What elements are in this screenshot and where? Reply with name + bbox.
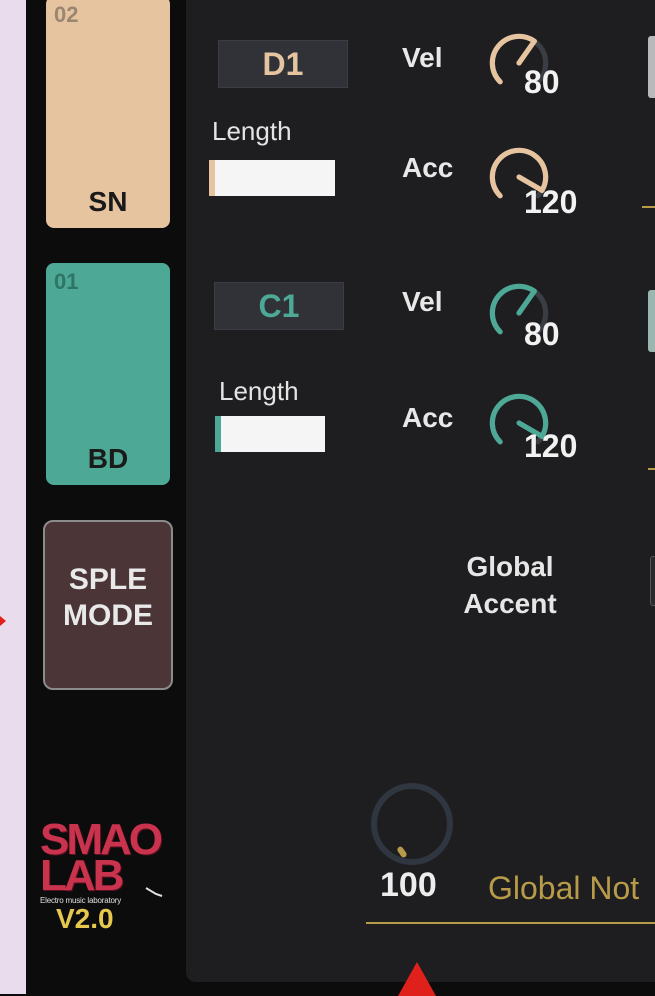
step-button-edge[interactable] — [648, 36, 655, 98]
global-accent-toggle-edge[interactable] — [650, 556, 655, 606]
logo-word-lab: LAB — [40, 851, 124, 900]
global-accent-label: Global Accent — [463, 551, 557, 619]
global-note-knob[interactable] — [364, 776, 460, 872]
length-slider[interactable] — [209, 160, 335, 196]
knob-pointer — [516, 38, 537, 66]
pad-number: 01 — [54, 269, 79, 294]
length-label: Length — [219, 376, 299, 406]
knob-pointer — [516, 288, 537, 316]
gold-divider — [642, 206, 655, 208]
knob-pointer — [397, 846, 407, 858]
sample-mode-button[interactable]: SPLE MODE — [43, 520, 173, 690]
length-slider[interactable] — [215, 416, 325, 452]
acc-label: Acc — [402, 152, 454, 183]
global-note-value: 100 — [380, 866, 437, 904]
pad-sidebar: 02 SN 01 BD SPLE MODE SMAO LAB Electro m… — [26, 0, 186, 994]
accent-value: 120 — [524, 428, 578, 464]
left-edge-strip — [0, 0, 26, 994]
knob-track — [371, 783, 453, 865]
gold-divider — [648, 468, 655, 470]
length-fill — [215, 416, 221, 452]
pad-sn[interactable]: 02 SN — [46, 0, 170, 228]
bottom-pointer-arrow — [398, 962, 436, 996]
velocity-value: 80 — [524, 316, 560, 352]
length-label: Length — [212, 116, 292, 146]
note-selector-c1[interactable]: C1 — [214, 282, 344, 330]
step-button-edge[interactable] — [648, 290, 655, 352]
version-label: V2.0 — [56, 903, 114, 934]
vel-label: Vel — [402, 42, 443, 73]
smaolab-logo: SMAO LAB Electro music laboratory V2.0 — [40, 818, 186, 935]
global-note-label: Global Not — [488, 870, 640, 906]
acc-label: Acc — [402, 402, 454, 433]
pad-name: SN — [88, 186, 128, 217]
length-fill — [209, 160, 215, 196]
note-selector-d1[interactable]: D1 — [218, 40, 348, 88]
velocity-value: 80 — [524, 64, 560, 100]
pad-number: 02 — [54, 2, 79, 27]
sample-mode-label: SPLE MODE — [63, 563, 153, 632]
sound-wave-icon — [145, 887, 163, 897]
pad-bd[interactable]: 01 BD — [46, 263, 170, 485]
global-note-underline — [366, 922, 655, 924]
pad-name: BD — [87, 443, 129, 474]
left-pointer-arrow — [0, 616, 6, 626]
accent-value: 120 — [524, 184, 578, 220]
vel-label: Vel — [402, 286, 443, 317]
